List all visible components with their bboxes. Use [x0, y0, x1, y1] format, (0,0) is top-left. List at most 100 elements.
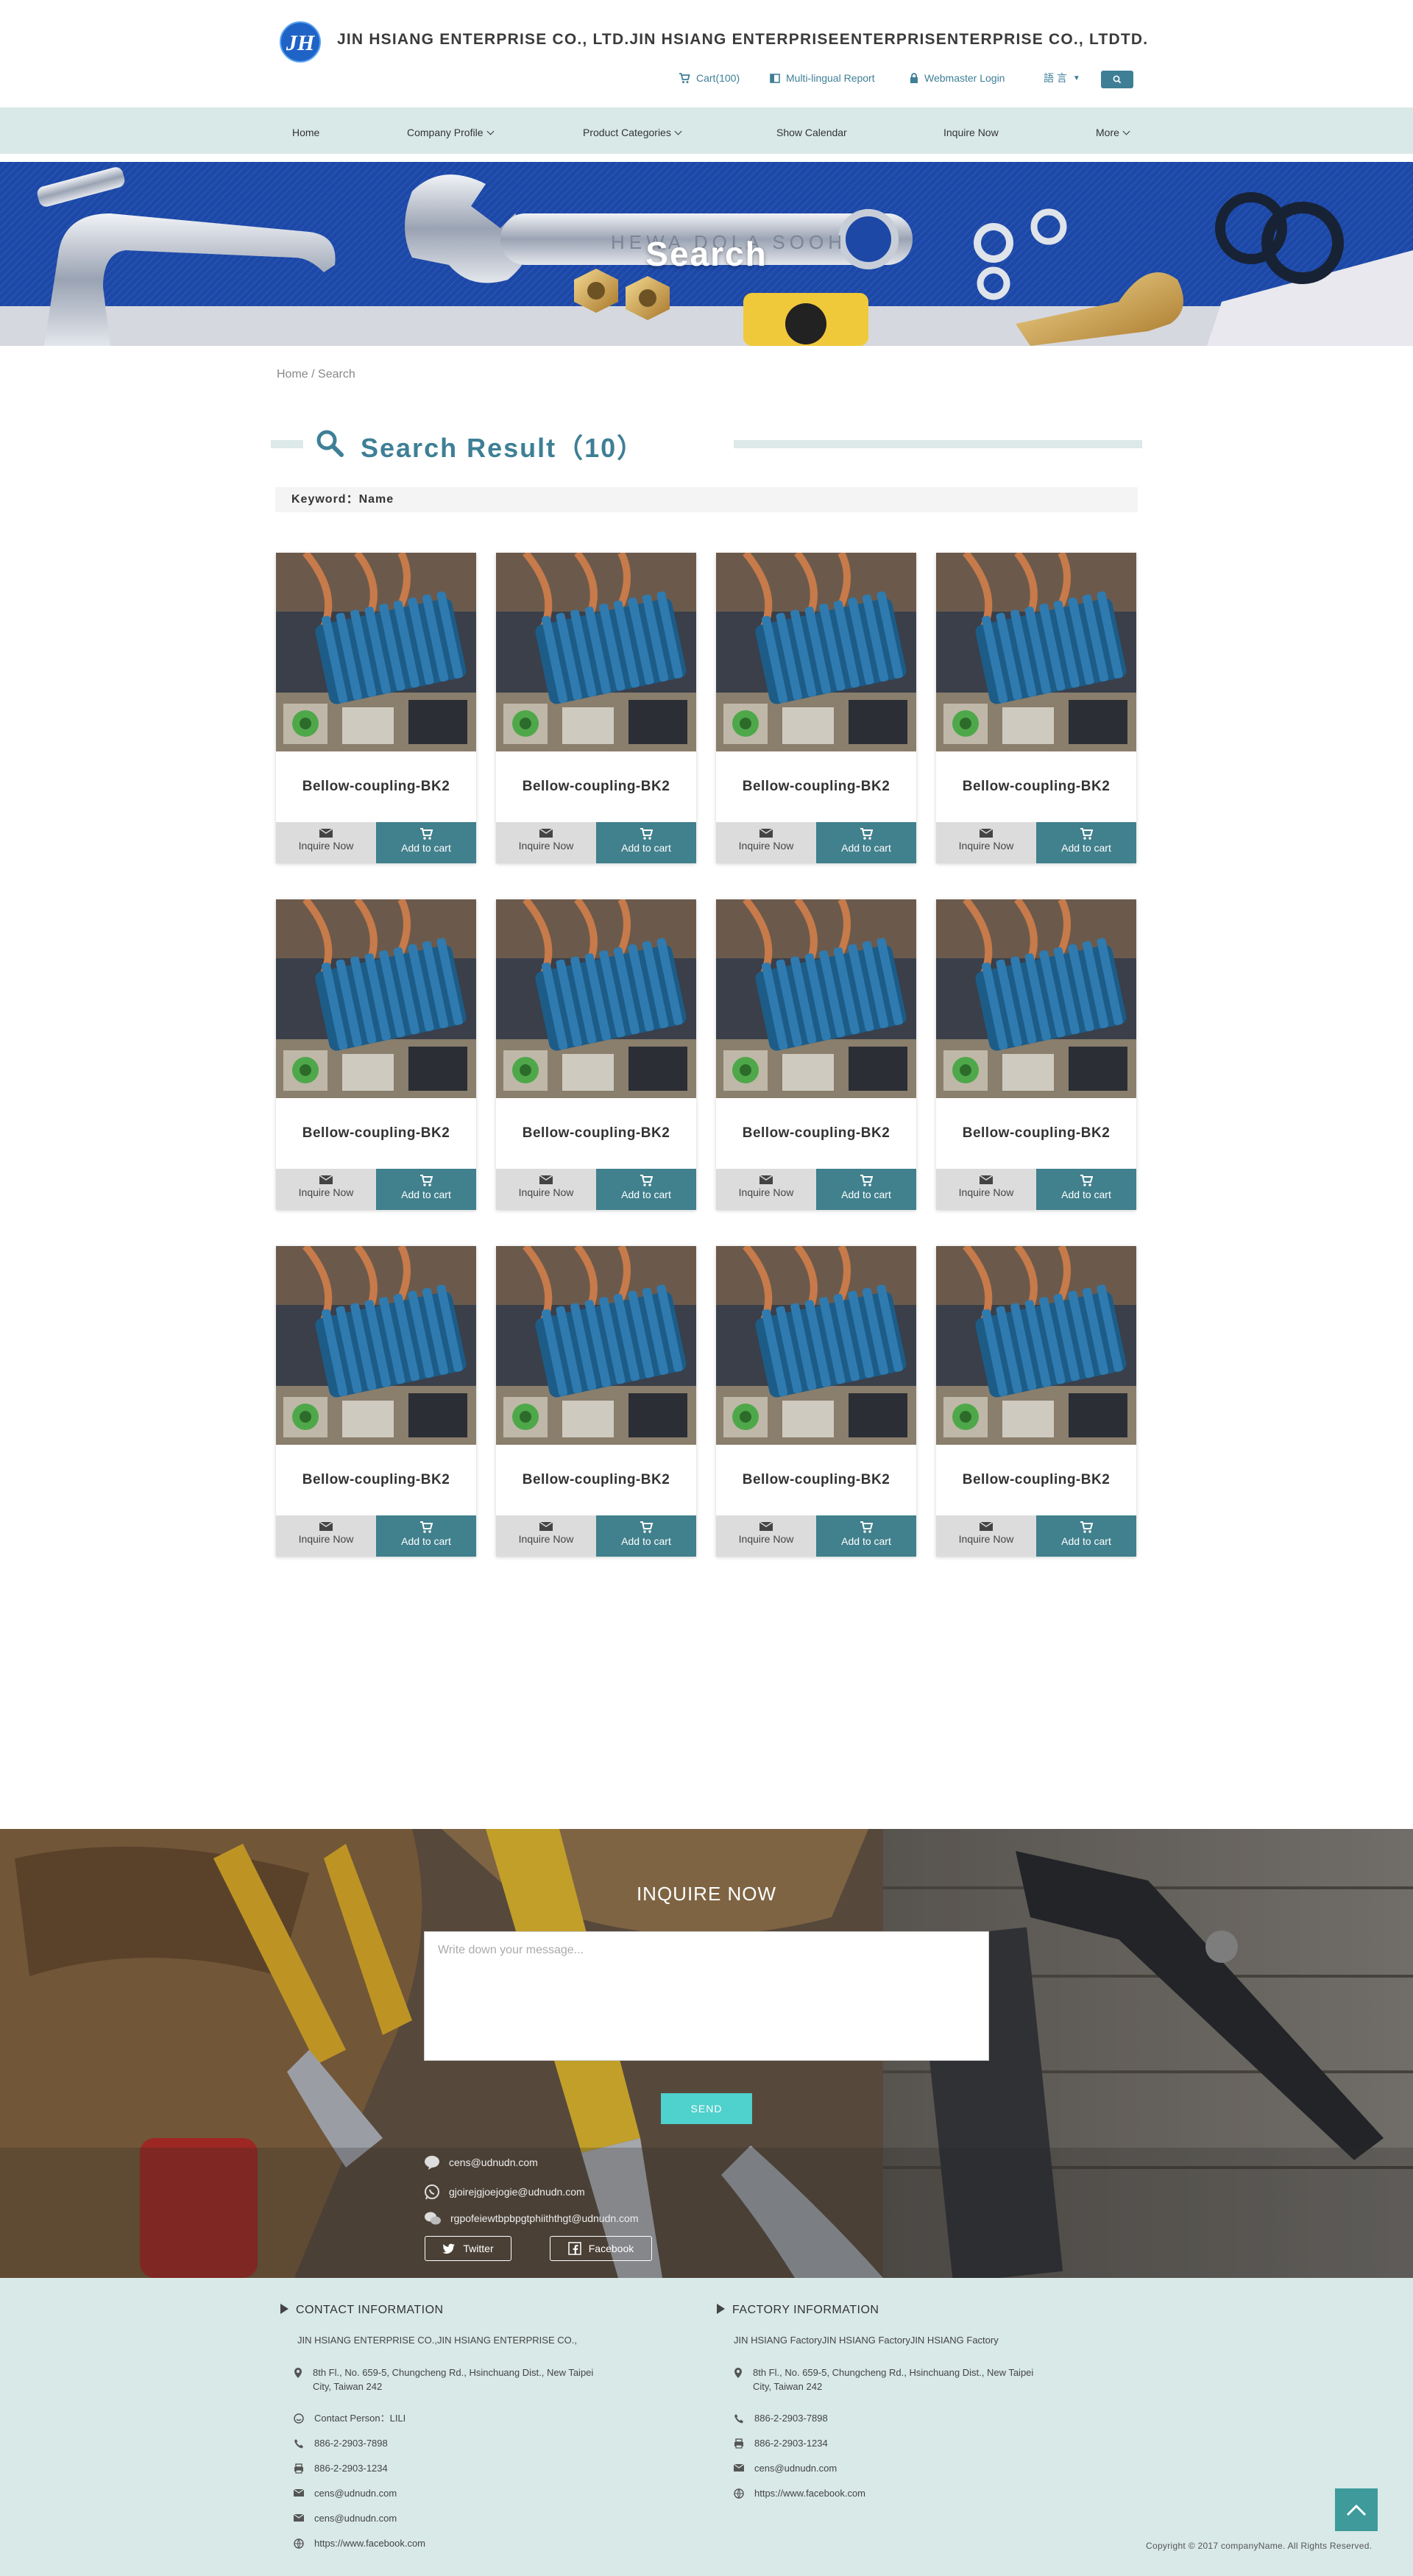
envelope-icon: [319, 1521, 333, 1531]
product-image[interactable]: [496, 899, 696, 1098]
add-to-cart-button[interactable]: Add to cart: [596, 822, 696, 863]
inquire-now-button[interactable]: Inquire Now: [276, 1169, 376, 1210]
login-link[interactable]: Webmaster Login: [910, 70, 1005, 86]
inquire-now-button[interactable]: Inquire Now: [936, 1169, 1036, 1210]
email-value-2[interactable]: cens@udnudn.com: [314, 2511, 397, 2525]
product-image[interactable]: [716, 553, 916, 751]
nav-inquire-now[interactable]: Inquire Now: [943, 107, 999, 158]
product-card[interactable]: Bellow-coupling-BK2 Inquire Now Add to c…: [276, 899, 476, 1210]
inquire-now-button[interactable]: Inquire Now: [496, 822, 596, 863]
line-contact-value[interactable]: cens@udnudn.com: [449, 2156, 538, 2168]
product-name[interactable]: Bellow-coupling-BK2: [276, 751, 476, 822]
product-card[interactable]: Bellow-coupling-BK2 Inquire Now Add to c…: [936, 899, 1136, 1210]
add-to-cart-button[interactable]: Add to cart: [596, 1169, 696, 1210]
product-card[interactable]: Bellow-coupling-BK2 Inquire Now Add to c…: [276, 553, 476, 863]
inquire-now-button[interactable]: Inquire Now: [716, 1169, 816, 1210]
heading-rule-right: [734, 440, 1142, 448]
send-button[interactable]: SEND: [661, 2093, 752, 2124]
product-name[interactable]: Bellow-coupling-BK2: [496, 1098, 696, 1169]
add-to-cart-button[interactable]: Add to cart: [1036, 822, 1136, 863]
lock-icon: [910, 73, 918, 83]
product-card[interactable]: Bellow-coupling-BK2 Inquire Now Add to c…: [716, 1246, 916, 1557]
product-image[interactable]: [936, 553, 1136, 751]
product-card[interactable]: Bellow-coupling-BK2 Inquire Now Add to c…: [496, 899, 696, 1210]
product-image[interactable]: [276, 553, 476, 751]
language-select[interactable]: 語 言 ▼: [1044, 70, 1080, 86]
inquire-now-label: Inquire Now: [298, 840, 354, 852]
product-card[interactable]: Bellow-coupling-BK2 Inquire Now Add to c…: [496, 1246, 696, 1557]
inquire-now-button[interactable]: Inquire Now: [936, 822, 1036, 863]
nav-home[interactable]: Home: [292, 107, 319, 158]
nav-product-categories-label: Product Categories: [583, 127, 671, 138]
inquire-now-button[interactable]: Inquire Now: [496, 1515, 596, 1557]
add-to-cart-button[interactable]: Add to cart: [816, 822, 916, 863]
breadcrumb: Home / Search: [277, 368, 355, 381]
product-name[interactable]: Bellow-coupling-BK2: [716, 1445, 916, 1515]
wechat-contact-value[interactable]: rgpofeiewtbpbpgtphiiththgt@udnudn.com: [450, 2212, 639, 2224]
add-to-cart-label: Add to cart: [401, 1535, 451, 1547]
site-title[interactable]: JIN HSIANG ENTERPRISE CO., LTD.JIN HSIAN…: [337, 31, 1148, 49]
add-to-cart-button[interactable]: Add to cart: [376, 1515, 476, 1557]
nav-show-calendar[interactable]: Show Calendar: [776, 107, 847, 158]
back-to-top-button[interactable]: [1335, 2488, 1378, 2531]
add-to-cart-button[interactable]: Add to cart: [1036, 1169, 1136, 1210]
add-to-cart-button[interactable]: Add to cart: [1036, 1515, 1136, 1557]
product-image[interactable]: [276, 899, 476, 1098]
nav-company-profile[interactable]: Company Profile: [407, 107, 494, 158]
inquire-now-button[interactable]: Inquire Now: [936, 1515, 1036, 1557]
twitter-button[interactable]: Twitter: [425, 2236, 511, 2261]
product-name[interactable]: Bellow-coupling-BK2: [496, 1445, 696, 1515]
product-name[interactable]: Bellow-coupling-BK2: [936, 1445, 1136, 1515]
add-to-cart-button[interactable]: Add to cart: [596, 1515, 696, 1557]
nav-more[interactable]: More: [1096, 107, 1130, 158]
add-to-cart-button[interactable]: Add to cart: [816, 1515, 916, 1557]
product-name[interactable]: Bellow-coupling-BK2: [496, 751, 696, 822]
message-input[interactable]: [425, 1932, 988, 2060]
product-name[interactable]: Bellow-coupling-BK2: [936, 751, 1136, 822]
product-name[interactable]: Bellow-coupling-BK2: [936, 1098, 1136, 1169]
facebook-button[interactable]: Facebook: [550, 2236, 652, 2261]
website-value[interactable]: https://www.facebook.com: [314, 2536, 425, 2550]
product-card[interactable]: Bellow-coupling-BK2 Inquire Now Add to c…: [936, 553, 1136, 863]
inquire-now-label: Inquire Now: [958, 840, 1014, 852]
product-image[interactable]: [716, 1246, 916, 1445]
product-name[interactable]: Bellow-coupling-BK2: [716, 1098, 916, 1169]
factory-phone-value[interactable]: 886-2-2903-7898: [754, 2411, 828, 2425]
inquire-now-button[interactable]: Inquire Now: [276, 1515, 376, 1557]
inquire-now-button[interactable]: Inquire Now: [716, 1515, 816, 1557]
cart-link[interactable]: Cart(100): [679, 70, 740, 86]
product-name[interactable]: Bellow-coupling-BK2: [716, 751, 916, 822]
product-image[interactable]: [936, 1246, 1136, 1445]
product-image[interactable]: [496, 553, 696, 751]
inquire-now-label: Inquire Now: [958, 1186, 1014, 1198]
company-logo[interactable]: JH: [276, 21, 325, 63]
inquire-now-button[interactable]: Inquire Now: [276, 822, 376, 863]
product-card[interactable]: Bellow-coupling-BK2 Inquire Now Add to c…: [276, 1246, 476, 1557]
product-name[interactable]: Bellow-coupling-BK2: [276, 1445, 476, 1515]
globe-icon: [294, 2538, 304, 2549]
product-name[interactable]: Bellow-coupling-BK2: [276, 1098, 476, 1169]
product-card[interactable]: Bellow-coupling-BK2 Inquire Now Add to c…: [716, 553, 916, 863]
product-card[interactable]: Bellow-coupling-BK2 Inquire Now Add to c…: [496, 553, 696, 863]
search-button[interactable]: [1101, 71, 1133, 88]
whatsapp-contact-value[interactable]: gjoirejgjoejogie@udnudn.com: [449, 2186, 585, 2198]
add-to-cart-button[interactable]: Add to cart: [816, 1169, 916, 1210]
language-label: 語 言: [1044, 72, 1067, 84]
product-image[interactable]: [936, 899, 1136, 1098]
add-to-cart-button[interactable]: Add to cart: [376, 822, 476, 863]
inquire-now-button[interactable]: Inquire Now: [496, 1169, 596, 1210]
nav-product-categories[interactable]: Product Categories: [583, 107, 682, 158]
inquire-now-button[interactable]: Inquire Now: [716, 822, 816, 863]
factory-website-value[interactable]: https://www.facebook.com: [754, 2486, 865, 2500]
product-image[interactable]: [496, 1246, 696, 1445]
product-image[interactable]: [716, 899, 916, 1098]
report-link[interactable]: Multi-lingual Report: [770, 70, 875, 86]
product-card[interactable]: Bellow-coupling-BK2 Inquire Now Add to c…: [716, 899, 916, 1210]
product-card[interactable]: Bellow-coupling-BK2 Inquire Now Add to c…: [936, 1246, 1136, 1557]
factory-email-value[interactable]: cens@udnudn.com: [754, 2461, 837, 2475]
add-to-cart-button[interactable]: Add to cart: [376, 1169, 476, 1210]
breadcrumb-home[interactable]: Home: [277, 368, 308, 381]
product-image[interactable]: [276, 1246, 476, 1445]
email-value-1[interactable]: cens@udnudn.com: [314, 2486, 397, 2500]
phone-value[interactable]: 886-2-2903-7898: [314, 2436, 388, 2450]
